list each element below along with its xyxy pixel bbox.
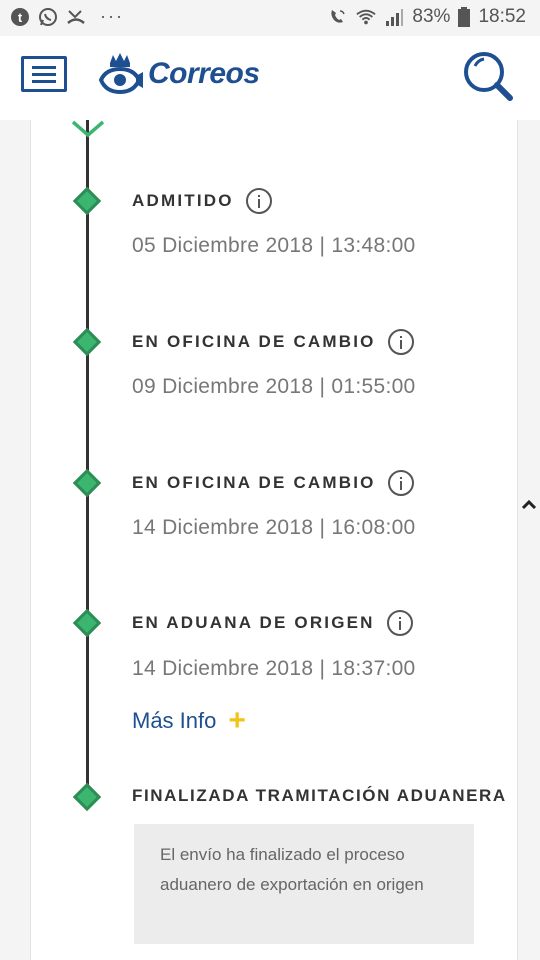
menu-button[interactable] [21,56,67,92]
battery-icon [458,7,471,27]
timeline-line [86,120,89,800]
event-status: FINALIZADA TRAMITACIÓN ADUANERA [132,786,507,806]
tracking-content: ADMITIDO 05 Diciembre 2018 | 13:48:00 EN… [0,120,540,960]
info-icon[interactable] [386,610,413,636]
system-status: 83% 18:52 [328,6,526,28]
wifi-icon [356,9,377,25]
missed-call-icon [67,9,85,24]
chevron-down-icon [71,120,105,138]
wifi-call-icon [331,10,346,23]
clock: 18:52 [478,6,526,27]
app-header: Correos [0,36,540,120]
info-icon[interactable] [387,329,414,355]
info-icon[interactable] [387,470,414,496]
signal-icon [386,9,404,26]
crown-horn-logo-icon [98,53,143,95]
more-info-link[interactable]: Más Info + [132,706,246,736]
event-status-label: EN OFICINA DE CAMBIO [132,332,376,351]
event-status: EN OFICINA DE CAMBIO [132,470,414,496]
more-notifications-dots: ··· [100,6,124,26]
whatsapp-icon [39,7,57,26]
tumblr-icon: t [11,7,29,26]
event-date: 09 Diciembre 2018 | 01:55:00 [132,375,416,398]
plus-icon: + [228,704,246,737]
menu-icon [32,66,56,69]
status-bar: t ··· 83% 18:52 [0,0,540,36]
correos-logo[interactable]: Correos [96,50,260,98]
scroll-up-icon[interactable] [521,500,537,510]
menu-icon-line [32,80,56,83]
event-status: EN OFICINA DE CAMBIO [132,329,414,355]
info-icon[interactable] [245,188,272,214]
event-status: ADMITIDO [132,188,272,214]
brand-name: Correos [148,57,260,90]
menu-icon-line [32,73,56,76]
event-date: 14 Diciembre 2018 | 16:08:00 [132,516,416,539]
search-icon[interactable] [462,50,516,104]
event-date: 05 Diciembre 2018 | 13:48:00 [132,234,416,257]
event-status-label: EN OFICINA DE CAMBIO [132,473,376,492]
more-info-label: Más Info [132,708,217,733]
event-date: 14 Diciembre 2018 | 18:37:00 [132,657,416,680]
notification-icons: t ··· [10,6,124,27]
event-status: EN ADUANA DE ORIGEN [132,610,413,636]
event-status-label: FINALIZADA TRAMITACIÓN ADUANERA [132,786,507,805]
event-status-label: ADMITIDO [132,191,234,210]
battery-percent: 83% [412,6,451,27]
event-status-label: EN ADUANA DE ORIGEN [132,613,375,632]
svg-text:t: t [18,10,23,25]
customs-note: El envío ha finalizado el proceso aduane… [134,824,474,944]
